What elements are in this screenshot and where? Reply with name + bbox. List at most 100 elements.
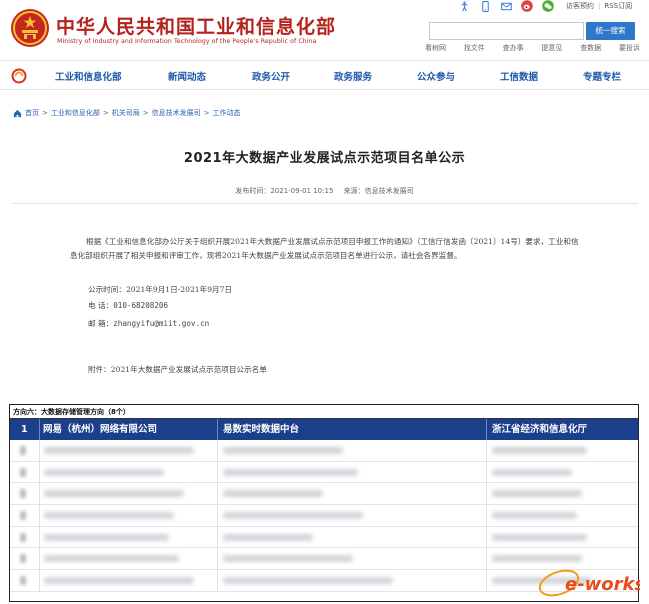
accessibility-icon[interactable] [458, 0, 470, 12]
quick-link[interactable]: 要投诉 [619, 43, 640, 53]
column-divider [217, 548, 218, 571]
svg-text:e-works: e-works [565, 574, 640, 595]
quick-link[interactable]: 提意见 [541, 43, 562, 53]
weibo-icon[interactable] [521, 0, 533, 12]
blurred-cell [20, 511, 26, 521]
breadcrumb-item[interactable]: 机关司局 [112, 108, 140, 118]
divider [12, 203, 638, 204]
nav-item-data[interactable]: 工信数据 [500, 69, 538, 83]
blurred-cell [223, 447, 343, 454]
breadcrumb-item[interactable]: 工业和信息化部 [51, 108, 100, 118]
nav-item-news[interactable]: 新闻动态 [168, 69, 206, 83]
top-links: 访客预约 | RSS订阅 [566, 1, 636, 11]
nav-item-topics[interactable]: 专题专栏 [583, 69, 621, 83]
email-label: 邮 箱： [88, 319, 114, 328]
table-row [10, 461, 638, 484]
publish-time: 发布时间：2021-09-01 10:15 [235, 187, 334, 195]
header-cell-project: 易数实时数据中台 [223, 424, 300, 435]
breadcrumb-item[interactable]: 首页 [25, 108, 39, 118]
wechat-icon[interactable] [542, 0, 554, 12]
table-caption: 方向六：大数据存储管理方向（8个） [10, 405, 638, 419]
breadcrumb: 首页 > 工业和信息化部 > 机关司局 > 信息技术发展司 > 工作动态 [13, 108, 241, 118]
national-emblem-icon[interactable] [10, 8, 50, 48]
column-divider [486, 505, 487, 527]
blurred-cell [44, 555, 179, 563]
table-row [10, 483, 638, 506]
blurred-cell [492, 447, 587, 454]
blurred-cell [223, 490, 323, 498]
email-line: 邮 箱：zhangyifu@miit.gov.cn [88, 318, 209, 329]
column-divider [39, 505, 40, 527]
quick-link[interactable]: 找文件 [464, 43, 485, 53]
blurred-cell [20, 489, 26, 499]
e-works-watermark-logo: e-works [538, 569, 640, 597]
blurred-cell [44, 468, 164, 476]
nav-item-public[interactable]: 公众参与 [417, 69, 455, 83]
visitor-appointment-link[interactable]: 访客预约 [566, 2, 594, 10]
column-divider [39, 461, 40, 484]
table-row [10, 526, 638, 549]
phone-line: 电 话：010-68208206 [88, 300, 168, 311]
site-title[interactable]: 中华人民共和国工业和信息化部 [56, 12, 336, 39]
table-row [10, 505, 638, 527]
header-cell-company: 网易（杭州）网络有限公司 [43, 424, 158, 435]
logo-home-icon[interactable] [11, 68, 27, 84]
column-divider [217, 526, 218, 549]
article-body: 根据《工业和信息化部办公厅关于组织开展2021年大数据产业发展试点示范项目申报工… [70, 235, 585, 263]
article-meta: 发布时间：2021-09-01 10:15 来源：信息技术发展司 [0, 186, 649, 196]
column-divider [486, 483, 487, 506]
breadcrumb-separator: > [102, 109, 109, 117]
blurred-cell [492, 555, 582, 563]
link-separator: | [598, 2, 601, 10]
column-divider [39, 483, 40, 506]
blurred-cell [20, 576, 26, 586]
nav-item-miit[interactable]: 工业和信息化部 [55, 69, 122, 83]
nav-item-gov-affairs[interactable]: 政务公开 [252, 69, 290, 83]
column-divider [39, 440, 40, 462]
quick-link[interactable]: 查办事 [503, 43, 524, 53]
column-divider [486, 526, 487, 549]
table-row [10, 548, 638, 571]
search-button[interactable]: 统一搜索 [586, 22, 635, 40]
blurred-cell [223, 512, 363, 520]
search-input[interactable] [429, 22, 584, 40]
breadcrumb-item[interactable]: 工作动态 [213, 108, 241, 118]
blurred-cell [223, 555, 353, 563]
rss-link[interactable]: RSS订阅 [604, 2, 632, 10]
breadcrumb-separator: > [42, 109, 48, 117]
email-address[interactable]: zhangyifu@miit.gov.cn [113, 319, 209, 328]
blurred-cell [20, 532, 26, 542]
mail-icon[interactable] [500, 0, 512, 12]
breadcrumb-separator: > [142, 109, 149, 117]
blurred-cell [44, 577, 194, 585]
attachment-line[interactable]: 附件：2021年大数据产业发展试点示范项目公示名单 [88, 364, 267, 375]
mobile-icon[interactable] [479, 0, 491, 12]
column-divider [217, 461, 218, 484]
blurred-cell [492, 512, 577, 520]
nav-item-gov-services[interactable]: 政务服务 [334, 69, 372, 83]
article-source: 来源：信息技术发展司 [343, 187, 414, 195]
blurred-cell [20, 554, 26, 564]
table-header-row: 1 网易（杭州）网络有限公司 易数实时数据中台 浙江省经济和信息化厅 [10, 419, 638, 440]
article-paragraph: 根据《工业和信息化部办公厅关于组织开展2021年大数据产业发展试点示范项目申报工… [70, 237, 579, 260]
column-divider [217, 440, 218, 462]
column-divider [217, 483, 218, 506]
header-cell-index: 1 [21, 424, 28, 435]
blurred-cell [44, 533, 169, 541]
blurred-cell [492, 533, 587, 541]
article-title: 2021年大数据产业发展试点示范项目名单公示 [183, 151, 466, 166]
quick-link[interactable]: 看树网 [425, 43, 446, 53]
blurred-cell [44, 512, 174, 520]
quick-link[interactable]: 查数据 [580, 43, 601, 53]
column-divider [217, 505, 218, 527]
blurred-cell [20, 446, 26, 455]
column-divider [217, 570, 218, 592]
column-divider [486, 548, 487, 571]
column-divider [486, 570, 487, 592]
column-divider [217, 419, 218, 440]
column-divider [486, 419, 487, 440]
breadcrumb-item[interactable]: 信息技术发展司 [152, 108, 201, 118]
column-divider [39, 526, 40, 549]
column-divider [39, 570, 40, 592]
phone-label: 电 话： [88, 301, 114, 310]
